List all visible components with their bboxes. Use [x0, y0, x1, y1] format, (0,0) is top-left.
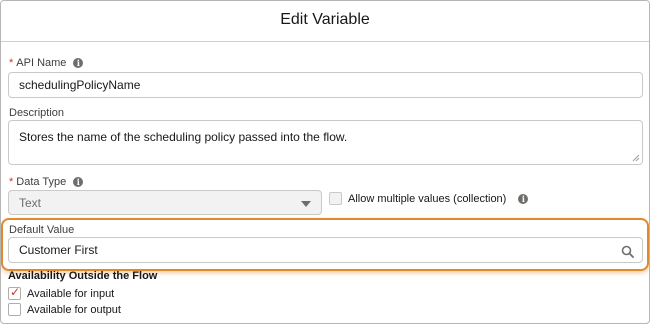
description-label-row: Description	[9, 107, 64, 119]
collection-label-row: Allow multiple values (collection) i	[348, 193, 529, 205]
api-name-label-row: * API Name i	[9, 57, 84, 69]
required-mark: *	[9, 176, 14, 188]
api-name-input[interactable]: schedulingPolicyName	[8, 72, 643, 98]
edit-variable-modal: Edit Variable * API Name i schedulingPol…	[0, 0, 650, 324]
data-type-value: Text	[19, 195, 42, 210]
available-for-output-checkbox[interactable]	[8, 303, 21, 316]
available-for-input-checkbox[interactable]: ✓	[8, 285, 21, 300]
chevron-down-icon	[301, 201, 311, 207]
default-value-label: Default Value	[9, 224, 75, 236]
data-type-label-row: * Data Type i	[9, 176, 84, 188]
data-type-label: Data Type	[16, 176, 67, 188]
modal-header: Edit Variable	[1, 1, 649, 42]
info-icon[interactable]: i	[518, 194, 529, 204]
required-mark: *	[9, 57, 14, 69]
data-type-select[interactable]: Text	[8, 190, 322, 215]
info-icon[interactable]: i	[73, 58, 84, 68]
resize-grip-icon[interactable]	[632, 154, 640, 162]
collection-label: Allow multiple values (collection)	[348, 193, 507, 205]
description-label: Description	[9, 107, 65, 119]
default-value-text: Customer First	[19, 243, 98, 257]
modal-title: Edit Variable	[280, 11, 370, 28]
search-icon[interactable]	[621, 245, 634, 258]
description-value: Stores the name of the scheduling policy…	[19, 130, 348, 144]
info-icon[interactable]: i	[73, 177, 84, 187]
available-for-output-label: Available for output	[27, 304, 121, 316]
check-icon: ✓	[10, 285, 21, 299]
description-textarea[interactable]: Stores the name of the scheduling policy…	[8, 120, 643, 165]
api-name-label: API Name	[16, 57, 67, 69]
available-for-input-label: Available for input	[27, 288, 115, 300]
api-name-value: schedulingPolicyName	[19, 78, 141, 92]
collection-checkbox[interactable]	[329, 192, 342, 205]
availability-title: Availability Outside the Flow	[8, 270, 158, 282]
default-value-label-row: Default Value	[9, 224, 74, 236]
default-value-input[interactable]: Customer First	[8, 237, 643, 263]
